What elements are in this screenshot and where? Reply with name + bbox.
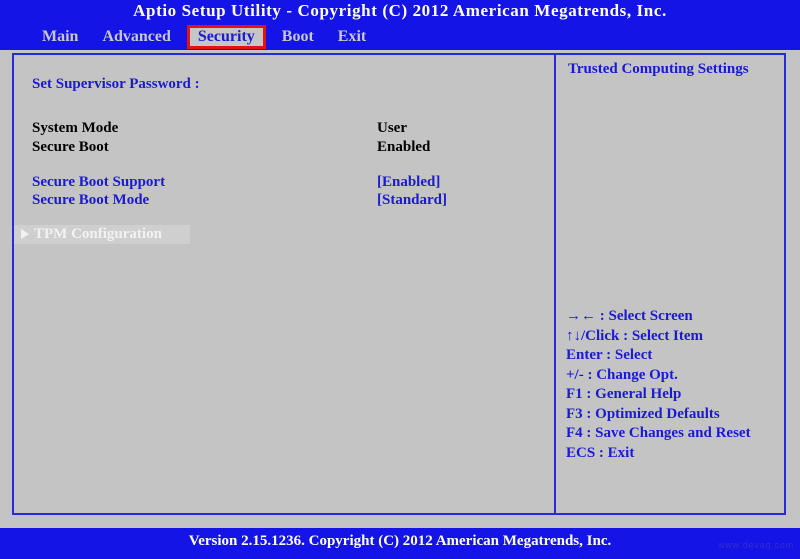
legend-item-general-help: F1 : General Help — [566, 386, 682, 402]
content-frame: Set Supervisor Password : System Mode Us… — [12, 53, 786, 515]
setting-value: [Enabled] — [377, 174, 441, 190]
help-panel: Trusted Computing Settings →← : Select S… — [556, 55, 784, 513]
legend-item-save-changes-and-reset: F4 : Save Changes and Reset — [566, 425, 751, 441]
legend-item-exit: ECS : Exit — [566, 444, 635, 461]
setting-label: Secure Boot Support — [32, 174, 166, 190]
help-title: Trusted Computing Settings — [568, 61, 749, 77]
version-text: Version 2.15.1236. Copyright (C) 2012 Am… — [188, 533, 612, 549]
setting-label: TPM Configuration — [34, 226, 162, 242]
legend-item-select-screen: →← : Select Screen — [566, 308, 693, 324]
menu-tab-advanced[interactable]: Advanced — [90, 27, 182, 47]
watermark: www.devaq.com — [718, 540, 794, 550]
setting-row-system-mode: System Mode User — [14, 119, 544, 138]
setting-value: User — [377, 120, 407, 136]
menu-tab-security[interactable]: Security — [186, 25, 266, 49]
legend-item-change-opt: +/- : Change Opt. — [566, 366, 678, 383]
menu-tab-main[interactable]: Main — [30, 27, 90, 47]
submenu-arrow-icon — [21, 229, 29, 239]
menu-tab-boot[interactable]: Boot — [270, 27, 326, 47]
setting-label: Secure Boot — [32, 139, 109, 155]
setting-value: [Standard] — [377, 192, 448, 208]
settings-panel: Set Supervisor Password : System Mode Us… — [14, 55, 554, 513]
setting-row-set-supervisor-password[interactable]: Set Supervisor Password : — [14, 75, 544, 94]
key-legend: →← : Select Screen ↑↓/Click : Select Ite… — [566, 307, 786, 463]
menu-bar: Main Advanced Security Boot Exit — [30, 25, 378, 49]
setting-value: Enabled — [377, 139, 431, 155]
setting-label: System Mode — [32, 120, 119, 136]
setting-row-secure-boot-mode[interactable]: Secure Boot Mode [Standard] — [14, 191, 544, 210]
legend-item-select-item: ↑↓/Click : Select Item — [566, 327, 704, 344]
bios-setup-screen: Aptio Setup Utility - Copyright (C) 2012… — [0, 0, 800, 559]
title-bar: Aptio Setup Utility - Copyright (C) 2012… — [0, 0, 800, 50]
menu-tab-exit[interactable]: Exit — [326, 27, 378, 47]
setting-label: Set Supervisor Password : — [32, 76, 200, 92]
legend-item-optimized-defaults: F3 : Optimized Defaults — [566, 405, 720, 422]
setting-label: Secure Boot Mode — [32, 192, 150, 208]
footer-bar: Version 2.15.1236. Copyright (C) 2012 Am… — [0, 528, 800, 559]
setting-row-tpm-configuration[interactable]: TPM Configuration — [14, 225, 190, 244]
legend-item-enter-select: Enter : Select — [566, 347, 653, 363]
setting-row-secure-boot-support[interactable]: Secure Boot Support [Enabled] — [14, 173, 544, 192]
app-title: Aptio Setup Utility - Copyright (C) 2012… — [133, 1, 667, 20]
setting-row-secure-boot: Secure Boot Enabled — [14, 138, 544, 157]
